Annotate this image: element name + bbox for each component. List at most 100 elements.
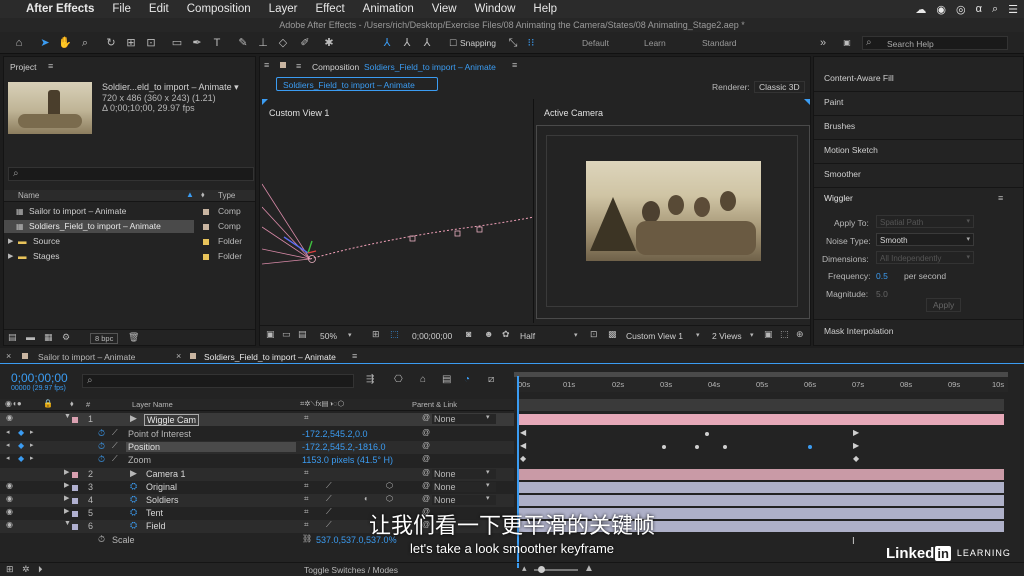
motion-blur-icon[interactable]: ◔: [464, 374, 470, 385]
toggle-view-icon[interactable]: ▣: [764, 329, 773, 340]
keyframe-icon[interactable]: [808, 445, 812, 449]
shy-switch-icon[interactable]: ⌗: [304, 413, 309, 423]
dimensions-dropdown[interactable]: All Independently ▾: [876, 251, 974, 264]
menu-layer[interactable]: Layer: [269, 3, 298, 15]
toggle-switches-modes-button[interactable]: Toggle Switches / Modes: [304, 565, 398, 575]
stopwatch-icon[interactable]: ⏱: [98, 428, 105, 439]
keyframe-icon[interactable]: [723, 445, 727, 449]
close-icon[interactable]: ×: [6, 351, 11, 361]
pick-whip-icon[interactable]: @: [422, 481, 430, 490]
keyframe-nav-left-icon[interactable]: ◂: [6, 441, 10, 449]
menu-help[interactable]: Help: [533, 3, 557, 15]
transparency-grid-icon[interactable]: ▩: [608, 329, 617, 340]
panel-paint[interactable]: Paint: [824, 97, 843, 107]
camera-tool-icon[interactable]: ⊞: [124, 36, 138, 50]
timeline-search-input[interactable]: ⌕: [82, 374, 354, 388]
workspace-learn[interactable]: Learn: [644, 38, 666, 48]
selection-tool-icon[interactable]: ➤: [38, 36, 52, 50]
keyframe-icon[interactable]: ◀: [520, 428, 526, 437]
label-swatch[interactable]: [72, 417, 78, 423]
av-features-icon[interactable]: ◉◖●: [5, 399, 22, 408]
list-item[interactable]: ▦ Sailor to import – Animate Comp: [4, 205, 255, 218]
zoom-in-icon[interactable]: ▲: [584, 563, 594, 574]
in-out-icon[interactable]: ⏵: [38, 564, 43, 575]
workspace-standard[interactable]: Standard: [702, 38, 737, 48]
snapping-checkbox-icon[interactable]: ☐: [446, 36, 460, 50]
active-camera-viewer[interactable]: Active Camera: [536, 99, 810, 323]
eraser-tool-icon[interactable]: ◇: [276, 36, 290, 50]
search-icon[interactable]: ⌕: [992, 3, 998, 16]
sort-arrow-icon[interactable]: ▲: [186, 190, 194, 199]
layer-row-soldiers[interactable]: ◉ ▶ 4 ⛭ Soldiers ⌗ ⟋ ◐ ⬡ @ None ▾: [0, 494, 514, 507]
shy-switch-icon[interactable]: ⌗: [304, 494, 309, 504]
layer-name-column[interactable]: Layer Name: [132, 400, 173, 409]
property-row-position[interactable]: ◂ ◆ ▸ ⏱ ⟋ Position -172.2,545.2,-1816.0 …: [0, 441, 514, 454]
world-axis-icon[interactable]: ⅄: [400, 36, 414, 50]
mask-visibility-icon[interactable]: ⬚: [390, 329, 399, 340]
quality-switch-icon[interactable]: ⟋: [326, 494, 332, 504]
selected-comp-name[interactable]: Soldier...eld_to import – Animate ▾: [102, 82, 239, 93]
label-swatch[interactable]: [203, 239, 209, 245]
visibility-eye-icon[interactable]: ◉: [6, 413, 13, 422]
layer-row-original[interactable]: ◉ ▶ 3 ⛭ Original ⌗ ⟋ ⬡ @ None ▾: [0, 481, 514, 494]
pen-tool-icon[interactable]: ✒: [190, 36, 204, 50]
panel-menu-icon[interactable]: ≡: [352, 351, 357, 361]
snapshot-icon[interactable]: ◙: [466, 329, 471, 339]
siri-icon[interactable]: ◉: [936, 3, 946, 16]
pick-whip-icon[interactable]: @: [422, 494, 430, 503]
view-axis-icon[interactable]: ⅄: [420, 36, 434, 50]
stopwatch-icon[interactable]: ⏱: [98, 441, 105, 452]
project-search-input[interactable]: ⌕: [8, 167, 254, 181]
menu-animation[interactable]: Animation: [363, 3, 414, 15]
zoom-tool-icon[interactable]: ⌕: [78, 36, 92, 50]
zoom-slider-handle[interactable]: [538, 566, 545, 573]
number-column[interactable]: #: [86, 400, 90, 409]
shy-switch-icon[interactable]: ⌗: [304, 481, 309, 491]
magnitude-value[interactable]: 5.0: [876, 289, 888, 299]
property-value[interactable]: 1153.0 pixels (41.5° H): [302, 455, 393, 465]
property-value[interactable]: -172.2,545.2,0.0: [302, 429, 368, 439]
resolution-dropdown[interactable]: Half: [520, 331, 535, 341]
panel-menu-icon[interactable]: ≡: [48, 61, 53, 71]
visibility-eye-icon[interactable]: ◉: [6, 481, 13, 490]
layer-bar-wiggle-cam[interactable]: [519, 414, 1004, 425]
close-icon[interactable]: ×: [176, 351, 181, 361]
current-time-display[interactable]: 0;00;00;00: [412, 331, 452, 341]
menu-composition[interactable]: Composition: [187, 3, 251, 15]
rotate-tool-icon[interactable]: ↻: [104, 36, 118, 50]
keyframe-add-icon[interactable]: ◆: [18, 454, 24, 463]
column-name[interactable]: Name: [18, 191, 39, 200]
keyframe-icon[interactable]: [695, 445, 699, 449]
view-layout-dropdown[interactable]: 2 Views: [712, 331, 742, 341]
panel-menu-icon[interactable]: ≡: [512, 60, 517, 70]
3d-layer-icon[interactable]: ⬡: [386, 494, 393, 503]
status-icon[interactable]: ◎: [956, 3, 966, 16]
color-channels-icon[interactable]: ✿: [502, 329, 510, 340]
3d-layer-icon[interactable]: ⬡: [386, 481, 393, 490]
keyframe-nav-left-icon[interactable]: ◂: [6, 428, 10, 436]
flowchart-icon[interactable]: ⊕: [796, 329, 804, 340]
list-item[interactable]: ▦ Soldiers_Field_to import – Animate: [4, 220, 194, 233]
zoom-dropdown[interactable]: 50%: [320, 331, 337, 341]
creative-cloud-icon[interactable]: ☁: [915, 3, 926, 16]
hand-tool-icon[interactable]: ✋: [58, 36, 72, 50]
composition-title-name[interactable]: Soldiers_Field_to import – Animate: [364, 62, 496, 72]
column-type[interactable]: Type: [218, 191, 235, 200]
apply-to-dropdown[interactable]: Spatial Path ▾: [876, 215, 974, 228]
chevron-down-icon[interactable]: ▾: [750, 331, 754, 339]
pick-whip-icon[interactable]: @: [422, 413, 430, 422]
chevron-down-icon[interactable]: ▾: [696, 331, 700, 339]
panel-motion-sketch[interactable]: Motion Sketch: [824, 145, 878, 155]
trash-icon[interactable]: 🗑: [128, 332, 139, 343]
snap-option-icon[interactable]: ⤡: [506, 36, 520, 50]
label-swatch[interactable]: [203, 254, 209, 260]
label-column-icon[interactable]: ⬧: [70, 399, 74, 409]
layer-name[interactable]: Wiggle Cam: [144, 414, 200, 426]
roto-brush-tool-icon[interactable]: ✐: [298, 36, 312, 50]
expand-workspaces-icon[interactable]: »: [816, 36, 830, 50]
keyframe-icon[interactable]: [662, 445, 666, 449]
keyframe-nav-right-icon[interactable]: ▸: [30, 454, 34, 462]
list-item[interactable]: ▶ ▬ Source Folder: [4, 235, 255, 248]
project-settings-icon[interactable]: ⚙: [62, 332, 70, 343]
expression-pick-whip-icon[interactable]: @: [422, 428, 430, 437]
